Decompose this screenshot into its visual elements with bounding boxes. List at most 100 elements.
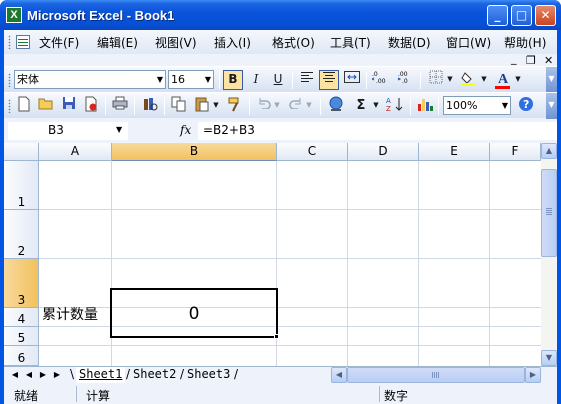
tab-sheet1[interactable]: Sheet1 [76, 367, 126, 383]
menu-data[interactable]: 数据(D) [388, 34, 431, 51]
fill-color-button[interactable] [459, 70, 479, 90]
italic-button[interactable]: I [246, 70, 266, 90]
svg-text:.0: .0 [402, 78, 408, 84]
scroll-up-button[interactable]: ▲ [541, 143, 557, 159]
format-painter-button[interactable] [225, 96, 245, 116]
menu-file[interactable]: 文件(F) [39, 34, 79, 51]
menu-edit[interactable]: 编辑(E) [97, 34, 138, 51]
minimize-button[interactable]: _ [487, 5, 508, 26]
select-all-corner[interactable] [4, 143, 39, 161]
save-button[interactable] [59, 96, 79, 116]
underline-button[interactable]: U [268, 70, 288, 90]
menu-format[interactable]: 格式(O) [272, 34, 315, 51]
vertical-scroll-thumb[interactable] [541, 169, 557, 257]
column-header-f[interactable]: F [490, 143, 541, 161]
horizontal-scrollbar[interactable]: ◀ ▶ [331, 367, 541, 383]
row-header-3[interactable]: 3 [4, 259, 39, 308]
row-header-4[interactable]: 4 [4, 308, 39, 327]
row-header-2[interactable]: 2 [4, 210, 39, 259]
sort-ascending-button[interactable]: AZ [385, 96, 405, 116]
excel-app-icon[interactable]: X [6, 7, 22, 23]
workbook-icon[interactable] [16, 35, 30, 49]
menu-view[interactable]: 视图(V) [155, 34, 197, 51]
insert-function-button[interactable]: fx [180, 123, 191, 137]
chevron-down-icon[interactable]: ▼ [211, 96, 221, 116]
bold-button[interactable]: B [223, 70, 243, 90]
next-sheet-button[interactable]: ▶ [37, 369, 49, 381]
column-header-d[interactable]: D [348, 143, 419, 161]
chevron-down-icon[interactable]: ▼ [157, 71, 163, 88]
tab-sheet3[interactable]: Sheet3 [184, 367, 233, 383]
menu-tools[interactable]: 工具(T) [330, 34, 371, 51]
chevron-down-icon[interactable]: ▼ [205, 71, 211, 88]
toolbar-grip[interactable] [8, 73, 11, 87]
scroll-left-button[interactable]: ◀ [331, 367, 347, 383]
chart-wizard-button[interactable] [415, 96, 435, 116]
menu-insert[interactable]: 插入(I) [214, 34, 251, 51]
font-color-button[interactable]: A [493, 70, 513, 90]
first-sheet-button[interactable]: ◀ [9, 369, 21, 381]
align-center-button[interactable] [319, 70, 339, 90]
last-sheet-button[interactable]: ▶ [51, 369, 63, 381]
svg-text:Z: Z [386, 105, 391, 112]
help-button[interactable]: ? [516, 96, 536, 116]
worksheet-grid[interactable]: A B C D E F 1 2 3 4 5 6 累计数量 0 [4, 143, 541, 366]
print-button[interactable] [110, 96, 130, 116]
align-left-button[interactable] [297, 70, 317, 90]
maximize-button[interactable]: □ [511, 5, 532, 26]
chevron-down-icon[interactable]: ▼ [116, 125, 122, 134]
cell-a3[interactable]: 累计数量 [42, 304, 98, 324]
fill-handle[interactable] [274, 334, 279, 339]
toolbar-options-chevron[interactable]: ▼ [546, 67, 557, 93]
borders-button[interactable] [426, 70, 446, 90]
new-button[interactable] [14, 96, 34, 116]
row-header-6[interactable]: 6 [4, 346, 39, 366]
doc-minimize-button[interactable]: _ [511, 52, 517, 65]
column-header-e[interactable]: E [419, 143, 490, 161]
toolbar-options-chevron[interactable]: ▼ [546, 93, 557, 119]
merge-center-button[interactable] [342, 70, 362, 90]
column-header-b[interactable]: B [112, 143, 277, 161]
menu-help[interactable]: 帮助(H) [504, 34, 546, 51]
copy-button[interactable] [169, 96, 189, 116]
undo-button[interactable] [254, 96, 274, 116]
chevron-down-icon[interactable]: ▼ [445, 70, 455, 90]
formula-input[interactable]: =B2+B3 [198, 122, 557, 140]
research-button[interactable] [140, 96, 160, 116]
scroll-right-button[interactable]: ▶ [525, 367, 541, 383]
chevron-down-icon[interactable]: ▼ [502, 97, 508, 114]
row-header-5[interactable]: 5 [4, 327, 39, 346]
zoom-combo[interactable]: 100% ▼ [443, 96, 511, 115]
autosum-button[interactable]: Σ [351, 96, 371, 116]
chevron-down-icon[interactable]: ▼ [479, 70, 489, 90]
column-header-a[interactable]: A [39, 143, 112, 161]
name-box[interactable]: B3 [8, 122, 128, 140]
active-cell-b3[interactable]: 0 [110, 288, 278, 338]
title-bar[interactable]: X Microsoft Excel - Book1 _ □ ✕ [0, 0, 561, 30]
hyperlink-button[interactable] [326, 96, 346, 116]
vertical-scrollbar[interactable]: ▲ ▼ [541, 143, 557, 366]
column-header-c[interactable]: C [277, 143, 348, 161]
redo-button[interactable] [286, 96, 306, 116]
close-button[interactable]: ✕ [535, 5, 556, 26]
increase-decimal-button[interactable]: .0.00 [370, 70, 391, 90]
font-size-combo[interactable]: 16 ▼ [168, 70, 214, 89]
scroll-down-button[interactable]: ▼ [541, 350, 557, 366]
paste-button[interactable] [192, 96, 212, 116]
borders-icon [429, 70, 443, 84]
toolbar-grip[interactable] [8, 99, 11, 113]
open-button[interactable] [36, 96, 56, 116]
permission-button[interactable] [81, 96, 101, 116]
row-header-1[interactable]: 1 [4, 161, 39, 210]
font-name-combo[interactable]: 宋体 ▼ [14, 70, 166, 89]
tab-sheet2[interactable]: Sheet2 [130, 367, 179, 383]
prev-sheet-button[interactable]: ◀ [23, 369, 35, 381]
menu-window[interactable]: 窗口(W) [446, 34, 491, 51]
decrease-decimal-button[interactable]: .00.0 [395, 70, 415, 90]
toolbar-grip[interactable] [8, 35, 11, 49]
chevron-down-icon[interactable]: ▼ [513, 70, 523, 90]
chevron-down-icon[interactable]: ▼ [304, 96, 314, 116]
chevron-down-icon[interactable]: ▼ [272, 96, 282, 116]
horizontal-scroll-thumb[interactable] [347, 367, 525, 383]
chevron-down-icon[interactable]: ▼ [371, 96, 381, 116]
